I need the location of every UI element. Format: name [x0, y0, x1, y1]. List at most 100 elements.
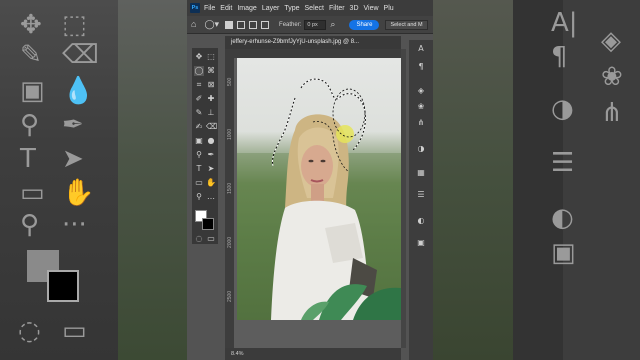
- right-panel-strip: A ¶ ◈ ❀ ⋔ ◑ ▦ ☰ ◐ ▣: [409, 40, 433, 360]
- gradient-icon[interactable]: ▣: [194, 136, 204, 146]
- ruler-left: 500 1000 1500 2000 2500: [225, 58, 234, 348]
- color-icon: ◐: [551, 203, 574, 233]
- channels-icon: ❀: [601, 62, 623, 92]
- search-icon[interactable]: ⌕: [330, 20, 335, 29]
- type-panel-icon: A|: [551, 8, 578, 38]
- brush-icon[interactable]: ✎: [194, 108, 204, 118]
- move-icon: ✥: [20, 10, 42, 40]
- home-icon[interactable]: ⌂: [191, 20, 196, 29]
- background-color-swatch[interactable]: [202, 218, 214, 230]
- color-icon[interactable]: ◐: [416, 216, 426, 226]
- options-bar: ⌂ ◯▾ Feather: 0 px ⌕ Share Select and M: [187, 16, 433, 34]
- dodge-icon[interactable]: ⚲: [194, 150, 204, 160]
- rectangle-icon: ▭: [20, 178, 45, 208]
- zoom-icon[interactable]: ⚲: [194, 192, 204, 202]
- type-panel-icon[interactable]: A: [416, 44, 426, 54]
- ruler-top: [225, 49, 401, 58]
- blur-icon[interactable]: ●: [206, 136, 216, 146]
- type-icon[interactable]: T: [194, 164, 204, 174]
- screen-mode-icon[interactable]: ▭: [206, 234, 216, 244]
- menu-bar: Ps File Edit Image Layer Type Select Fil…: [187, 0, 433, 16]
- paths-icon[interactable]: ⋔: [416, 118, 426, 128]
- menu-filter[interactable]: Filter: [329, 5, 345, 12]
- menu-file[interactable]: File: [204, 5, 215, 12]
- swatches-icon[interactable]: ▣: [416, 238, 426, 248]
- background-blur-right: A| ¶ ◑ ☰ ◐ ▣ ◈ ❀ ⋔: [433, 0, 640, 360]
- paragraph-icon[interactable]: ¶: [416, 62, 426, 72]
- menu-plugins[interactable]: Plu: [384, 5, 394, 12]
- zoom-icon: ⚲: [20, 210, 40, 240]
- marquee-icon[interactable]: ⬚: [206, 52, 216, 62]
- eraser-icon: ⌫: [62, 40, 99, 70]
- marquee-icon: ⬚: [62, 10, 87, 40]
- menu-type[interactable]: Type: [284, 5, 299, 12]
- menu-3d[interactable]: 3D: [350, 5, 359, 12]
- history-brush-icon[interactable]: ✍: [194, 122, 204, 132]
- quick-mask-icon[interactable]: ◌: [194, 234, 204, 244]
- rectangle-icon[interactable]: ▭: [194, 178, 204, 188]
- ruler-mark: 2500: [227, 290, 233, 302]
- move-icon[interactable]: ✥: [194, 52, 204, 62]
- channels-icon[interactable]: ❀: [416, 102, 426, 112]
- path-select-icon: ➤: [62, 144, 84, 174]
- new-selection-icon[interactable]: [225, 20, 234, 29]
- layers-icon: ◈: [601, 26, 621, 56]
- dodge-icon: ⚲: [20, 110, 40, 140]
- photoshop-window: Ps File Edit Image Layer Type Select Fil…: [187, 0, 433, 360]
- healing-icon[interactable]: ✚: [206, 94, 216, 104]
- share-button[interactable]: Share: [349, 19, 380, 30]
- canvas-area[interactable]: [234, 58, 401, 348]
- eyedropper-icon[interactable]: ✐: [194, 94, 204, 104]
- zoom-level[interactable]: 8.4%: [231, 351, 244, 357]
- tools-panel: ✥ ⬚ ◯ ⌘ ⌗ ⊠ ✐ ✚ ✎ ⊥ ✍ ⌫ ▣ ● ⚲ ✒ T ➤ ▭ ✋ …: [192, 48, 218, 244]
- background-blur-left: ✥ ⬚ ✎ ⌫ ▣ 💧 ⚲ ✒ T ➤ ▭ ✋ ⚲ ··· ◌ ▭: [0, 0, 187, 360]
- select-and-mask-button[interactable]: Select and M: [385, 19, 428, 30]
- sliders-icon[interactable]: ☰: [416, 190, 426, 200]
- ruler-mark: 1000: [227, 128, 233, 140]
- menu-image[interactable]: Image: [237, 5, 256, 12]
- ruler-mark: 2000: [227, 236, 233, 248]
- vertical-scrollbar[interactable]: [401, 49, 406, 348]
- ruler-mark: 500: [227, 77, 233, 86]
- crop-icon[interactable]: ⌗: [194, 80, 204, 90]
- gradient-icon: ▣: [20, 76, 45, 106]
- swatches-icon: ▣: [551, 238, 576, 268]
- subtract-selection-icon[interactable]: [249, 20, 258, 29]
- frame-icon[interactable]: ⊠: [206, 80, 216, 90]
- stamp-icon[interactable]: ⊥: [206, 108, 216, 118]
- menu-edit[interactable]: Edit: [220, 5, 232, 12]
- quick-select-icon[interactable]: ⌘: [206, 66, 216, 76]
- menu-select[interactable]: Select: [305, 5, 324, 12]
- menu-view[interactable]: View: [364, 5, 379, 12]
- add-selection-icon[interactable]: [237, 20, 246, 29]
- properties-icon[interactable]: ▦: [416, 168, 426, 178]
- path-select-icon[interactable]: ➤: [206, 164, 216, 174]
- document-tab[interactable]: jeffery-erhunse-Z9bmfJyYjU-unsplash.jpg …: [225, 36, 401, 49]
- feather-label: Feather:: [279, 21, 302, 28]
- eraser-icon[interactable]: ⌫: [206, 122, 217, 132]
- layers-icon[interactable]: ◈: [416, 86, 426, 96]
- photo-canvas[interactable]: [237, 58, 401, 320]
- pen-icon[interactable]: ✒: [206, 150, 216, 160]
- paths-icon: ⋔: [601, 98, 623, 128]
- blur-icon: 💧: [62, 76, 95, 106]
- screen-mode-icon: ▭: [62, 316, 87, 346]
- document-title: jeffery-erhunse-Z9bmfJyYjU-unsplash.jpg …: [231, 39, 360, 45]
- adjustments-icon[interactable]: ◑: [416, 144, 426, 154]
- hand-icon: ✋: [62, 178, 95, 208]
- lasso-icon[interactable]: ◯: [194, 66, 204, 76]
- menu-layer[interactable]: Layer: [262, 5, 280, 12]
- background-photo-blur: [118, 0, 187, 360]
- quick-mask-icon: ◌: [18, 316, 41, 346]
- ruler-mark: 1500: [227, 182, 233, 194]
- lasso-preset-icon[interactable]: ◯▾: [204, 20, 219, 29]
- photo-illustration: [237, 78, 401, 320]
- background-swatch-blur: [47, 270, 79, 302]
- feather-input[interactable]: 0 px: [304, 19, 327, 30]
- photoshop-logo: Ps: [190, 3, 200, 13]
- more-icon[interactable]: …: [206, 192, 216, 202]
- type-icon: T: [20, 144, 36, 174]
- hand-icon[interactable]: ✋: [206, 178, 216, 188]
- intersect-selection-icon[interactable]: [261, 20, 270, 29]
- adjustments-icon: ◑: [551, 94, 574, 124]
